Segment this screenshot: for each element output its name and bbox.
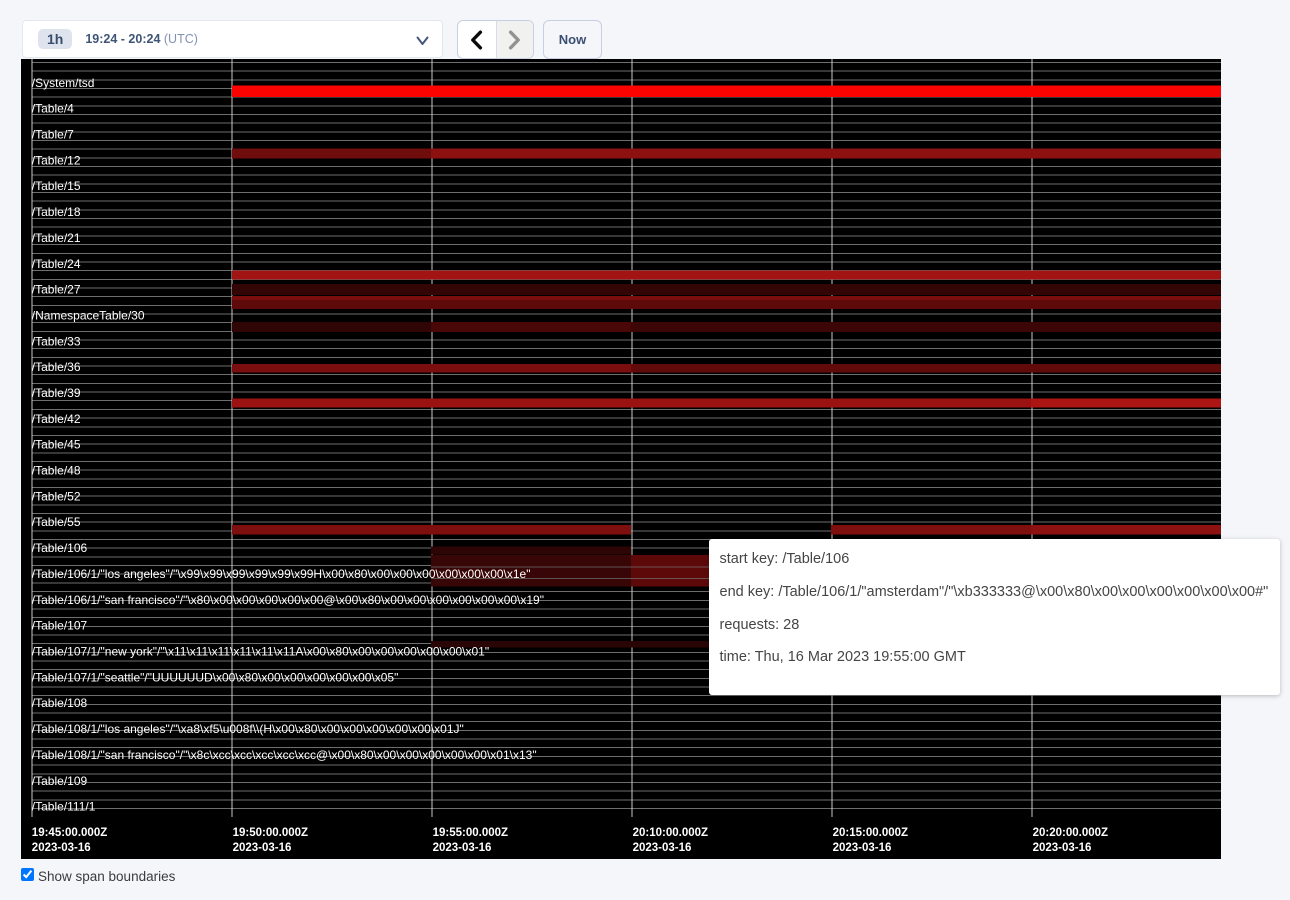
svg-text:/Table/52: /Table/52 xyxy=(32,489,81,503)
svg-text:2023-03-16: 2023-03-16 xyxy=(433,842,492,854)
svg-text:/Table/18: /Table/18 xyxy=(32,205,81,219)
svg-text:/Table/108/1/"san francisco"/": /Table/108/1/"san francisco"/"\x8c\xcc\x… xyxy=(32,748,537,762)
svg-text:/System/tsd: /System/tsd xyxy=(32,76,95,90)
svg-text:/Table/108/1/"los angeles"/"\x: /Table/108/1/"los angeles"/"\xa8\xf5\u00… xyxy=(32,722,464,736)
svg-text:/Table/111/1: /Table/111/1 xyxy=(32,800,96,814)
svg-text:/Table/4: /Table/4 xyxy=(32,102,74,116)
svg-text:19:50:00.000Z: 19:50:00.000Z xyxy=(233,827,308,839)
svg-text:/Table/36: /Table/36 xyxy=(32,360,81,374)
svg-text:2023-03-16: 2023-03-16 xyxy=(233,842,292,854)
svg-text:/NamespaceTable/30: /NamespaceTable/30 xyxy=(32,308,145,322)
svg-text:/Table/45: /Table/45 xyxy=(32,438,81,452)
svg-text:/Table/7: /Table/7 xyxy=(32,128,74,142)
svg-text:/Table/107: /Table/107 xyxy=(32,619,88,633)
svg-text:/Table/39: /Table/39 xyxy=(32,386,81,400)
svg-text:/Table/106/1/"san francisco"/": /Table/106/1/"san francisco"/"\x80\x00\x… xyxy=(32,593,544,607)
svg-text:/Table/42: /Table/42 xyxy=(32,412,81,426)
svg-text:/Table/109: /Table/109 xyxy=(32,774,88,788)
svg-text:/Table/24: /Table/24 xyxy=(32,257,81,271)
svg-text:19:45:00.000Z: 19:45:00.000Z xyxy=(32,827,107,839)
svg-text:/Table/55: /Table/55 xyxy=(32,515,81,529)
svg-text:/Table/106/1/"los angeles"/"\x: /Table/106/1/"los angeles"/"\x99\x99\x99… xyxy=(32,567,531,581)
svg-text:/Table/12: /Table/12 xyxy=(32,153,81,167)
svg-text:/Table/48: /Table/48 xyxy=(32,464,81,478)
svg-text:/Table/27: /Table/27 xyxy=(32,283,81,297)
svg-text:20:20:00.000Z: 20:20:00.000Z xyxy=(1033,827,1108,839)
svg-text:/Table/107/1/"seattle"/"UUUUUU: /Table/107/1/"seattle"/"UUUUUUD\x00\x80\… xyxy=(32,670,399,684)
svg-text:19:55:00.000Z: 19:55:00.000Z xyxy=(433,827,508,839)
svg-text:2023-03-16: 2023-03-16 xyxy=(633,842,692,854)
svg-text:/Table/106: /Table/106 xyxy=(32,541,88,555)
svg-text:/Table/107/1/"new york"/"\x11\: /Table/107/1/"new york"/"\x11\x11\x11\x1… xyxy=(32,645,489,659)
svg-text:20:15:00.000Z: 20:15:00.000Z xyxy=(833,827,908,839)
svg-text:20:10:00.000Z: 20:10:00.000Z xyxy=(633,827,708,839)
svg-text:/Table/108: /Table/108 xyxy=(32,696,88,710)
svg-text:/Table/33: /Table/33 xyxy=(32,334,81,348)
svg-text:2023-03-16: 2023-03-16 xyxy=(32,842,91,854)
svg-text:2023-03-16: 2023-03-16 xyxy=(833,842,892,854)
svg-text:/Table/21: /Table/21 xyxy=(32,231,81,245)
svg-text:/Table/15: /Table/15 xyxy=(32,179,81,193)
svg-text:2023-03-16: 2023-03-16 xyxy=(1033,842,1092,854)
